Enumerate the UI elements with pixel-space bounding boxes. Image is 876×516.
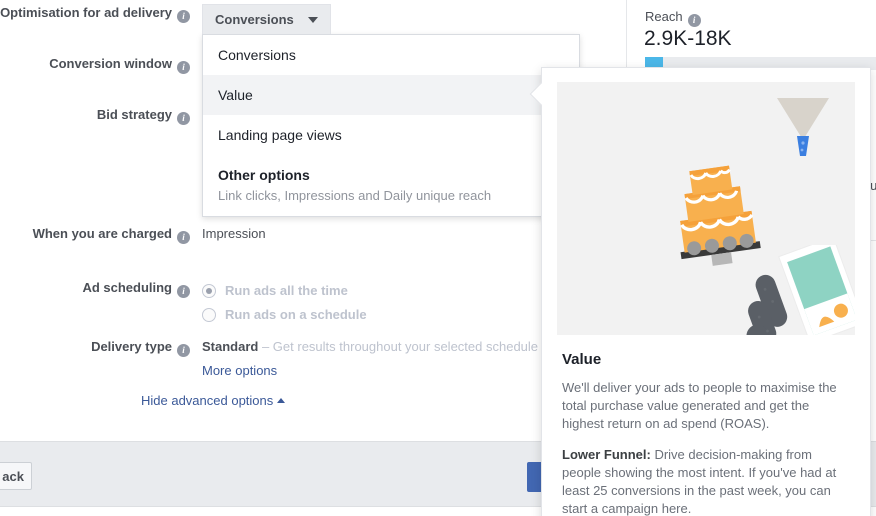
radio-icon-selected[interactable]	[202, 284, 216, 298]
label-ad-scheduling: Ad schedulingi	[0, 280, 190, 298]
dropdown-item-landing-page-views[interactable]: Landing page views	[203, 115, 579, 155]
reach-label: Reachi	[645, 9, 701, 27]
label-conversion-window: Conversion windowi	[0, 56, 190, 74]
info-icon[interactable]: i	[177, 231, 190, 244]
cake-illustration	[557, 82, 855, 335]
dropdown-item-other-options[interactable]: Other options Link clicks, Impressions a…	[203, 155, 579, 216]
info-icon[interactable]: i	[177, 10, 190, 23]
tooltip-title: Value	[562, 351, 850, 368]
tooltip-paragraph-2-lead: Lower Funnel:	[562, 447, 651, 462]
form-row-delivery-type: Delivery typei Standard – Get results th…	[0, 339, 626, 379]
radio-icon-unselected[interactable]	[202, 308, 216, 322]
info-icon[interactable]: i	[177, 344, 190, 357]
hide-advanced-options-link[interactable]: Hide advanced options	[141, 393, 285, 408]
tooltip-paragraph-2: Lower Funnel: Drive decision-making from…	[562, 446, 850, 516]
piping-funnel-icon	[775, 96, 831, 158]
form-row-ad-scheduling: Ad schedulingi Run ads all the time Run …	[0, 280, 626, 328]
label-bid-strategy: Bid strategyi	[0, 107, 190, 125]
optimisation-dropdown-trigger[interactable]: Conversions	[202, 4, 331, 34]
dropdown-item-conversions[interactable]: Conversions	[203, 35, 579, 75]
label-optimisation-for-ad-delivery: Optimisation for ad deliveryi	[0, 5, 190, 23]
caret-up-icon	[277, 398, 285, 403]
form-row-when-charged: When you are chargedi Impression	[0, 226, 626, 244]
label-delivery-type: Delivery typei	[0, 339, 190, 357]
ads-manager-screen: Optimisation for ad deliveryi Conversion…	[0, 0, 876, 516]
info-icon[interactable]: i	[177, 285, 190, 298]
info-icon[interactable]: i	[177, 61, 190, 74]
tooltip-body: Value We'll deliver your ads to people t…	[542, 335, 870, 516]
optimisation-dropdown-menu[interactable]: Conversions Value Landing page views Oth…	[202, 34, 580, 217]
caret-down-icon	[308, 17, 318, 23]
more-options-link[interactable]: More options	[202, 363, 277, 378]
value-tooltip-popover: Value We'll deliver your ads to people t…	[541, 67, 871, 516]
reach-value: 2.9K-18K	[644, 27, 732, 51]
dropdown-item-value[interactable]: Value	[203, 75, 579, 115]
info-icon[interactable]: i	[688, 14, 701, 27]
info-icon[interactable]: i	[177, 112, 190, 125]
label-when-you-are-charged: When you are chargedi	[0, 226, 190, 244]
tooltip-paragraph-1: We'll deliver your ads to people to maxi…	[562, 379, 850, 433]
hand-holding-card-icon	[743, 245, 855, 335]
back-button[interactable]: ack	[0, 462, 32, 490]
